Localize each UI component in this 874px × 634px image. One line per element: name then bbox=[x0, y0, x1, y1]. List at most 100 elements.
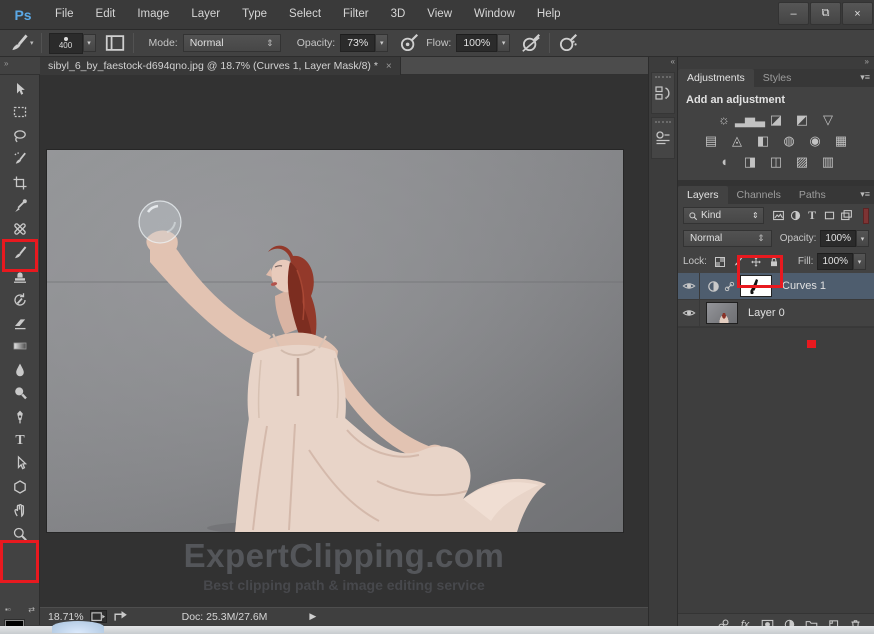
menu-help[interactable]: Help bbox=[526, 0, 572, 29]
canvas-area[interactable]: ExpertClipping.com Best clipping path & … bbox=[40, 75, 648, 607]
brush-size-dropdown[interactable]: ▾ bbox=[83, 34, 96, 52]
adjustment-brightness-contrast-icon[interactable]: ☼ bbox=[714, 111, 734, 128]
tool-eyedropper[interactable] bbox=[5, 195, 35, 216]
adjustment-black-white-icon[interactable]: ◧ bbox=[753, 132, 773, 149]
toolbar-header[interactable]: » bbox=[0, 57, 40, 75]
adjustment-layer-icon[interactable] bbox=[706, 279, 721, 294]
menu-select[interactable]: Select bbox=[278, 0, 332, 29]
flow-dropdown[interactable]: ▾ bbox=[497, 34, 510, 52]
tool-path-selection[interactable] bbox=[5, 452, 35, 473]
visibility-toggle[interactable] bbox=[678, 273, 700, 300]
filter-adjustment-icon[interactable] bbox=[787, 208, 804, 224]
filter-toggle-switch[interactable] bbox=[863, 208, 869, 224]
layer-fill-value[interactable]: 100% bbox=[817, 253, 853, 270]
status-expand-icon[interactable]: ▶ bbox=[309, 611, 316, 622]
adjustment-levels-icon[interactable]: ▂▅▃ bbox=[740, 111, 760, 128]
tool-rectangular-marquee[interactable] bbox=[5, 101, 35, 122]
layer-opacity-value[interactable]: 100% bbox=[820, 230, 856, 247]
menu-image[interactable]: Image bbox=[126, 0, 180, 29]
filter-kind-dropdown[interactable]: Kind ⇕ bbox=[683, 207, 764, 224]
annotation-color-chips bbox=[0, 540, 39, 583]
collapsed-panel-history[interactable] bbox=[651, 72, 675, 114]
collapsed-panel-properties[interactable] bbox=[651, 117, 675, 159]
menu-type[interactable]: Type bbox=[231, 0, 278, 29]
toggle-brush-panel-icon[interactable] bbox=[104, 33, 126, 53]
document-size-info[interactable]: Doc: 25.3M/27.6M bbox=[182, 611, 268, 623]
adjustment-channel-mixer-icon[interactable]: ◉ bbox=[805, 132, 825, 149]
photo-document[interactable] bbox=[47, 150, 623, 532]
restore-button[interactable]: ⧉ bbox=[810, 2, 841, 25]
share-icon[interactable] bbox=[113, 610, 130, 623]
layer-opacity-dropdown[interactable]: ▾ bbox=[856, 230, 869, 247]
adjustment-curves-icon[interactable]: ◪ bbox=[766, 111, 786, 128]
layer-filter-row: Kind ⇕ T bbox=[678, 204, 874, 227]
layers-panel-menu-icon[interactable]: ▾≡ bbox=[860, 189, 870, 200]
layer-row-layer-0[interactable]: Layer 0 bbox=[678, 300, 874, 327]
fill-label: Fill: bbox=[798, 256, 814, 267]
menu-3d[interactable]: 3D bbox=[380, 0, 417, 29]
menu-window[interactable]: Window bbox=[463, 0, 526, 29]
tool-spot-healing-brush[interactable] bbox=[5, 218, 35, 239]
visibility-toggle[interactable] bbox=[678, 300, 700, 327]
adjustment-color-lookup-icon[interactable]: ▦ bbox=[831, 132, 851, 149]
mode-dropdown[interactable]: Normal ⇕ bbox=[183, 34, 281, 52]
tool-horizontal-type[interactable]: T bbox=[5, 429, 35, 450]
layers-tab-channels[interactable]: Channels bbox=[728, 186, 790, 204]
adjustment-posterize-icon[interactable]: ◨ bbox=[740, 153, 760, 170]
layers-tab-paths[interactable]: Paths bbox=[790, 186, 835, 204]
document-tab[interactable]: sibyl_6_by_faestock-d694qno.jpg @ 18.7% … bbox=[40, 57, 401, 75]
tool-eraser[interactable] bbox=[5, 312, 35, 333]
filter-image-icon[interactable] bbox=[770, 208, 787, 224]
menu-layer[interactable]: Layer bbox=[180, 0, 231, 29]
adjustment-gradient-map-icon[interactable]: ▨ bbox=[792, 153, 812, 170]
tool-history-brush[interactable] bbox=[5, 289, 35, 310]
close-button[interactable]: × bbox=[842, 2, 873, 25]
adjustment-exposure-icon[interactable]: ◩ bbox=[792, 111, 812, 128]
tool-move[interactable] bbox=[5, 78, 35, 99]
adjustment-threshold-icon[interactable]: ◫ bbox=[766, 153, 786, 170]
pressure-opacity-icon[interactable] bbox=[398, 33, 420, 53]
airbrush-disabled-icon[interactable] bbox=[520, 33, 542, 53]
tool-preset-picker[interactable]: ▾ bbox=[8, 33, 34, 53]
adjustments-panel-menu-icon[interactable]: ▾≡ bbox=[860, 72, 870, 83]
tool-crop[interactable] bbox=[5, 172, 35, 193]
opacity-value[interactable]: 73% bbox=[340, 34, 375, 52]
layer-fill-dropdown[interactable]: ▾ bbox=[853, 253, 866, 270]
tool-pen[interactable] bbox=[5, 406, 35, 427]
adjustments-tab-adjustments[interactable]: Adjustments bbox=[678, 69, 754, 87]
tool-dodge[interactable] bbox=[5, 382, 35, 403]
layers-tab-layers[interactable]: Layers bbox=[678, 186, 728, 204]
brush-size-box[interactable]: 400 bbox=[49, 33, 83, 54]
tool-custom-shape[interactable] bbox=[5, 476, 35, 497]
adjustment-photo-filter-icon[interactable]: ◍ bbox=[779, 132, 799, 149]
tool-blur[interactable] bbox=[5, 359, 35, 380]
adjustment-color-balance-icon[interactable]: ◬ bbox=[727, 132, 747, 149]
tab-close-icon[interactable]: × bbox=[386, 61, 392, 72]
adjustment-hue-saturation-icon[interactable]: ▤ bbox=[701, 132, 721, 149]
filter-smart-object-icon[interactable] bbox=[838, 208, 855, 224]
adjustments-tab-styles[interactable]: Styles bbox=[754, 69, 801, 87]
blend-mode-dropdown[interactable]: Normal ⇕ bbox=[683, 230, 772, 247]
opacity-dropdown[interactable]: ▾ bbox=[375, 34, 388, 52]
tool-lasso[interactable] bbox=[5, 125, 35, 146]
filter-shape-icon[interactable] bbox=[821, 208, 838, 224]
adjustment-selective-color-icon[interactable]: ▥ bbox=[818, 153, 838, 170]
tool-hand[interactable] bbox=[5, 499, 35, 520]
adjustment-vibrance-icon[interactable]: ▽ bbox=[818, 111, 838, 128]
adjustment-invert-icon[interactable]: ◖ bbox=[714, 153, 734, 170]
menu-file[interactable]: File bbox=[44, 0, 85, 29]
flow-value[interactable]: 100% bbox=[456, 34, 497, 52]
layer-thumbnail[interactable] bbox=[706, 302, 738, 324]
expand-panels-icon[interactable]: « bbox=[649, 57, 677, 69]
menu-view[interactable]: View bbox=[416, 0, 463, 29]
menu-filter[interactable]: Filter bbox=[332, 0, 380, 29]
default-swap-colors[interactable]: ▪▫⇄ bbox=[2, 605, 38, 617]
menu-edit[interactable]: Edit bbox=[85, 0, 127, 29]
tool-gradient[interactable] bbox=[5, 335, 35, 356]
airbrush-icon[interactable] bbox=[557, 33, 579, 53]
tool-quick-selection[interactable] bbox=[5, 148, 35, 169]
filter-type-icon[interactable]: T bbox=[804, 208, 821, 224]
collapse-panels-icon[interactable]: » bbox=[678, 57, 874, 69]
lock-transparent-icon[interactable] bbox=[712, 254, 728, 269]
minimize-button[interactable]: – bbox=[778, 2, 809, 25]
